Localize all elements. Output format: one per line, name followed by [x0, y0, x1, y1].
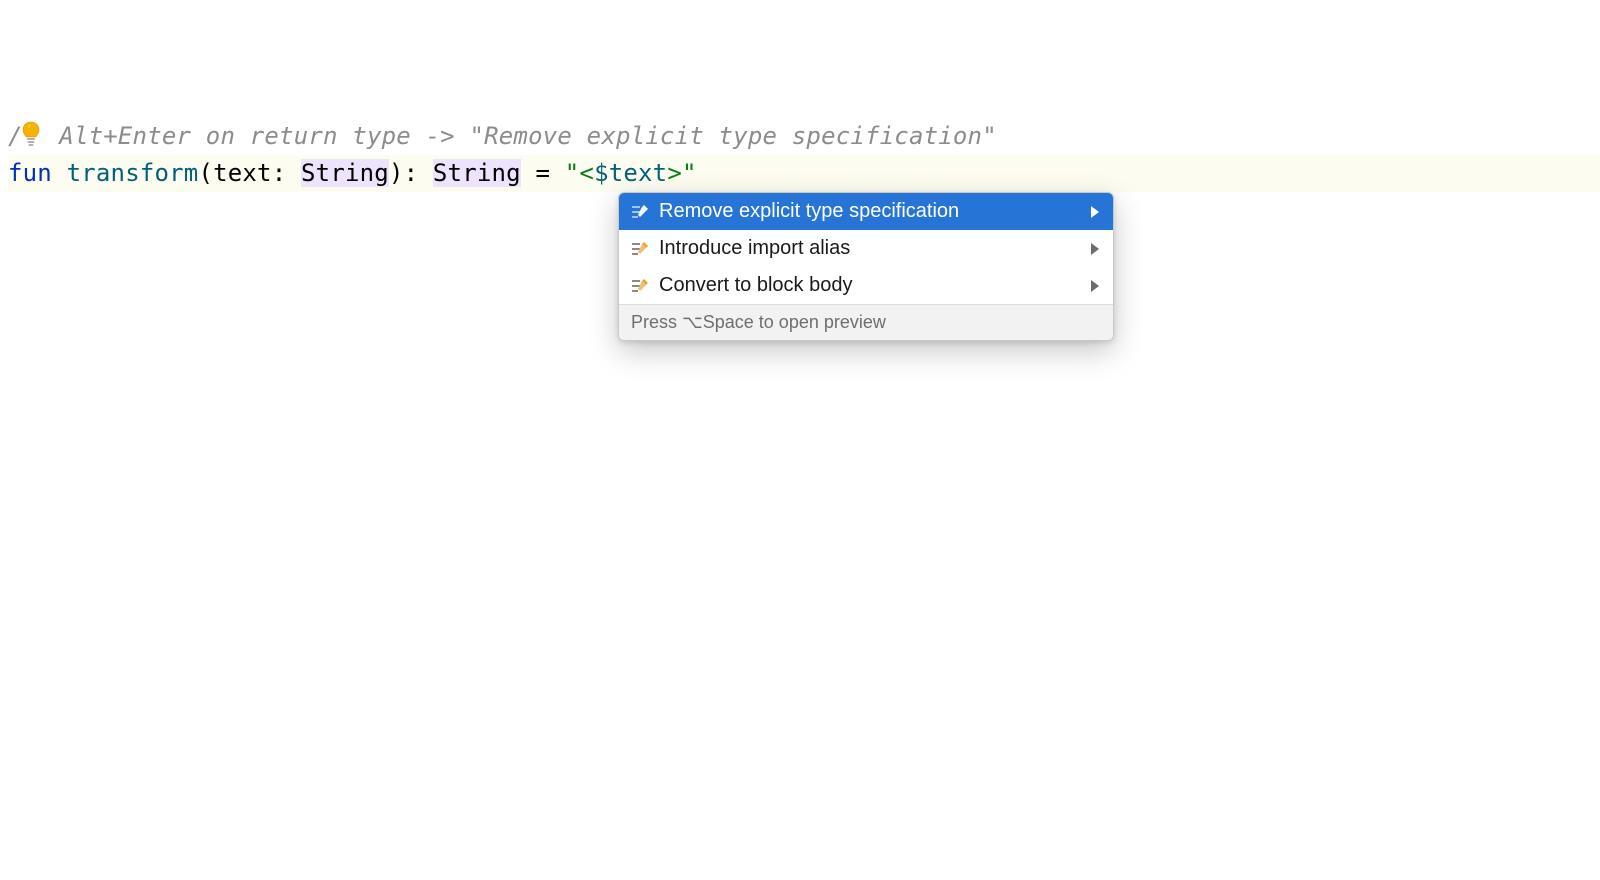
close-paren: ) — [389, 159, 404, 187]
intention-actions-popup: Remove explicit type specification Intro… — [618, 192, 1114, 341]
popup-footer-hint: Press ⌥Space to open preview — [619, 304, 1113, 340]
code-function-line: fun transform(text: String): String = "<… — [8, 155, 1600, 192]
comment-text: Alt+Enter on return type -> "Remove expl… — [45, 122, 997, 150]
intention-item-block-body[interactable]: Convert to block body — [619, 267, 1113, 304]
intention-item-label: Convert to block body — [659, 274, 1081, 297]
intention-item-label: Remove explicit type specification — [659, 200, 1081, 223]
intention-item-remove-type[interactable]: Remove explicit type specification — [619, 193, 1113, 230]
submenu-arrow-icon — [1091, 280, 1099, 292]
open-paren: ( — [198, 159, 213, 187]
string-open-quote: " — [565, 159, 580, 187]
intention-bulb-icon[interactable] — [20, 121, 42, 147]
param-name: text — [213, 159, 272, 187]
param-colon: : — [272, 159, 301, 187]
string-interpolation: $text — [594, 159, 667, 187]
equals-sign: = — [521, 159, 565, 187]
intention-action-icon — [631, 277, 649, 295]
string-gt: > — [667, 159, 682, 187]
intention-action-icon — [631, 240, 649, 258]
string-lt: < — [579, 159, 594, 187]
return-type[interactable]: String — [433, 159, 521, 187]
submenu-arrow-icon — [1091, 243, 1099, 255]
submenu-arrow-icon — [1091, 206, 1099, 218]
string-close-quote: " — [682, 159, 697, 187]
param-type: String — [301, 159, 389, 187]
keyword-fun: fun — [8, 159, 52, 187]
intention-action-icon — [631, 203, 649, 221]
return-colon: : — [404, 159, 433, 187]
intention-item-label: Introduce import alias — [659, 237, 1081, 260]
function-name: transform — [67, 159, 199, 187]
code-comment-line: / Alt+Enter on return type -> "Remove ex… — [8, 118, 1600, 155]
code-editor[interactable]: / Alt+Enter on return type -> "Remove ex… — [0, 0, 1600, 192]
intention-item-import-alias[interactable]: Introduce import alias — [619, 230, 1113, 267]
